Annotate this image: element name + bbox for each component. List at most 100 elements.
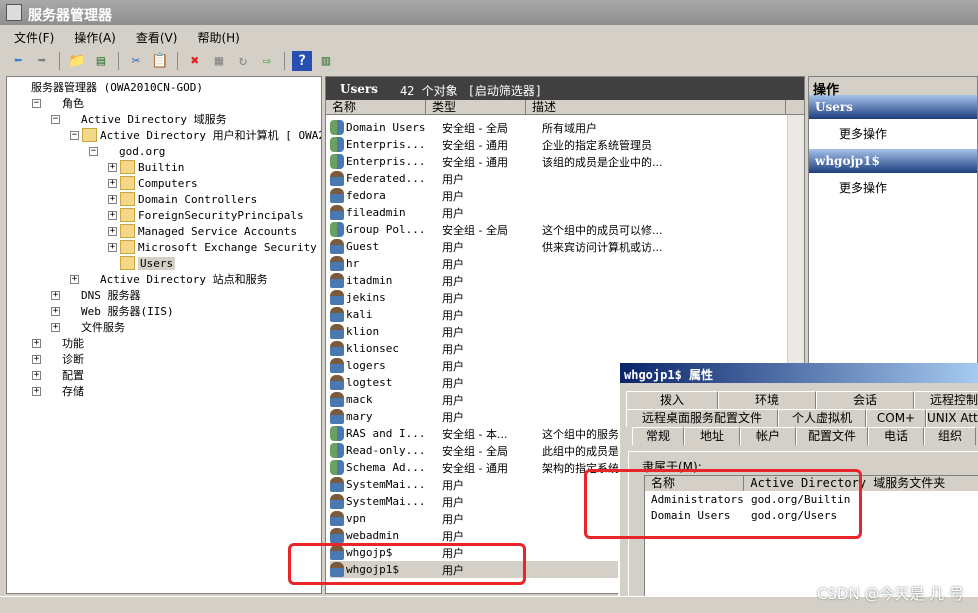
tab[interactable]: 常规: [632, 427, 684, 445]
menu-file[interactable]: 文件(F): [4, 26, 64, 47]
list-item[interactable]: Federated... 用户: [330, 170, 782, 187]
expand-icon[interactable]: +: [70, 274, 79, 284]
tree-item[interactable]: + Active Directory 站点和服务: [70, 271, 268, 287]
delete-icon[interactable]: ✖: [185, 51, 205, 71]
tab[interactable]: 配置文件: [796, 427, 868, 445]
menu-view[interactable]: 查看(V): [126, 26, 188, 47]
expand-icon[interactable]: +: [32, 338, 41, 348]
item-name: hr: [346, 257, 360, 270]
tree-item[interactable]: + Computers: [108, 175, 198, 191]
tab-row: 常规 地址 帐户 配置文件 电话 组织: [632, 427, 976, 445]
list-item[interactable]: kali 用户: [330, 306, 782, 323]
list-item[interactable]: jekins 用户: [330, 289, 782, 306]
list-item[interactable]: Enterpris... 安全组 - 通用 企业的指定系统管理员: [330, 136, 782, 153]
server-manager-icon: [6, 4, 22, 21]
action-section-user[interactable]: whgojp1$: [809, 149, 977, 173]
column-description[interactable]: 描述: [526, 100, 786, 114]
cut-icon[interactable]: ✂: [126, 51, 146, 71]
item-type: 用户: [442, 325, 464, 339]
show-action-pane-icon[interactable]: ▥: [316, 51, 336, 71]
more-actions-user[interactable]: 更多操作: [809, 173, 977, 203]
collapse-icon[interactable]: −: [32, 98, 41, 108]
tree-item[interactable]: − 角色: [32, 95, 84, 111]
tree-item[interactable]: + Web 服务器(IIS): [51, 303, 174, 319]
tab[interactable]: 环境: [718, 391, 816, 409]
tree-item[interactable]: Users: [108, 255, 176, 271]
show-tree-icon[interactable]: ▤: [91, 51, 111, 71]
back-icon[interactable]: ⬅: [8, 51, 28, 71]
tab[interactable]: 电话: [868, 427, 924, 445]
paste-icon[interactable]: 📋: [150, 51, 170, 71]
collapse-icon[interactable]: −: [89, 146, 98, 156]
item-description: 企业的指定系统管理员: [542, 138, 652, 152]
item-type: 安全组 - 全局: [442, 223, 508, 237]
tree-item[interactable]: 服务器管理器 (OWA2010CN-GOD): [13, 79, 203, 95]
tree-item[interactable]: − Active Directory 域服务: [51, 111, 227, 127]
tree-item[interactable]: + 文件服务: [51, 319, 125, 335]
filter-status[interactable]: [启动筛选器]: [468, 82, 542, 100]
action-section-users[interactable]: Users: [809, 95, 977, 119]
list-item[interactable]: itadmin 用户: [330, 272, 782, 289]
collapse-icon[interactable]: −: [51, 114, 60, 124]
list-item[interactable]: hr 用户: [330, 255, 782, 272]
expand-icon[interactable]: +: [108, 178, 117, 188]
tree-item[interactable]: + ForeignSecurityPrincipals: [108, 207, 304, 223]
up-folder-icon[interactable]: 📁: [67, 51, 87, 71]
list-item[interactable]: klionsec 用户: [330, 340, 782, 357]
collapse-icon[interactable]: −: [70, 130, 79, 140]
tree-item[interactable]: + Microsoft Exchange Security Groups: [108, 239, 321, 255]
help-icon[interactable]: ?: [292, 50, 312, 71]
column-type[interactable]: 类型: [426, 100, 526, 114]
expand-icon[interactable]: +: [51, 306, 60, 316]
tab[interactable]: 拨入: [626, 391, 718, 409]
forward-icon[interactable]: ➡: [32, 51, 52, 71]
expand-icon[interactable]: +: [32, 386, 41, 396]
properties-icon[interactable]: ▦: [209, 51, 229, 71]
tab[interactable]: 会话: [816, 391, 914, 409]
expand-icon[interactable]: +: [108, 226, 117, 236]
tree-item[interactable]: + 诊断: [32, 351, 84, 367]
tab[interactable]: 帐户: [740, 427, 796, 445]
list-item[interactable]: klion 用户: [330, 323, 782, 340]
tree-item[interactable]: + Managed Service Accounts: [108, 223, 297, 239]
tab[interactable]: 远程桌面服务配置文件: [626, 409, 778, 427]
tab[interactable]: 组织: [924, 427, 976, 445]
list-item[interactable]: fileadmin 用户: [330, 204, 782, 221]
list-item[interactable]: fedora 用户: [330, 187, 782, 204]
column-name[interactable]: 名称: [326, 100, 426, 114]
expand-icon[interactable]: +: [51, 322, 60, 332]
expand-icon[interactable]: +: [108, 162, 117, 172]
tab[interactable]: 地址: [684, 427, 740, 445]
tab[interactable]: UNIX Attributes: [926, 409, 978, 427]
list-item[interactable]: Group Pol... 安全组 - 全局 这个组中的成员可以修...: [330, 221, 782, 238]
item-name: klion: [346, 325, 380, 338]
tab[interactable]: 远程控制: [914, 391, 978, 409]
expand-icon[interactable]: +: [108, 242, 117, 252]
more-actions-users[interactable]: 更多操作: [809, 119, 977, 149]
tab[interactable]: COM+: [866, 409, 926, 427]
tree-item[interactable]: − Active Directory 用户和计算机 [ OWA2010CN-GOD…: [70, 127, 321, 143]
menu-action[interactable]: 操作(A): [64, 26, 126, 47]
expand-icon[interactable]: +: [108, 194, 117, 204]
tree-item[interactable]: + DNS 服务器: [51, 287, 141, 303]
expand-icon[interactable]: +: [51, 290, 60, 300]
item-type: 用户: [442, 240, 464, 254]
tab[interactable]: 个人虚拟机: [778, 409, 866, 427]
item-name: klionsec: [346, 342, 399, 355]
tree-item[interactable]: + 存储: [32, 383, 84, 399]
refresh-icon[interactable]: ↻: [233, 51, 253, 71]
server-icon: [44, 352, 59, 366]
expand-icon[interactable]: +: [32, 354, 41, 364]
tree-item[interactable]: + Builtin: [108, 159, 184, 175]
list-item[interactable]: Domain Users 安全组 - 全局 所有域用户: [330, 119, 782, 136]
tree-item[interactable]: + 功能: [32, 335, 84, 351]
expand-icon[interactable]: +: [32, 370, 41, 380]
expand-icon[interactable]: +: [108, 210, 117, 220]
tree-item[interactable]: + Domain Controllers: [108, 191, 257, 207]
tree-item[interactable]: − god.org: [89, 143, 165, 159]
export-icon[interactable]: ⇨: [257, 51, 277, 71]
list-item[interactable]: Enterpris... 安全组 - 通用 该组的成员是企业中的...: [330, 153, 782, 170]
list-item[interactable]: Guest 用户 供来宾访问计算机或访...: [330, 238, 782, 255]
tree-item[interactable]: + 配置: [32, 367, 84, 383]
menu-help[interactable]: 帮助(H): [187, 26, 249, 47]
